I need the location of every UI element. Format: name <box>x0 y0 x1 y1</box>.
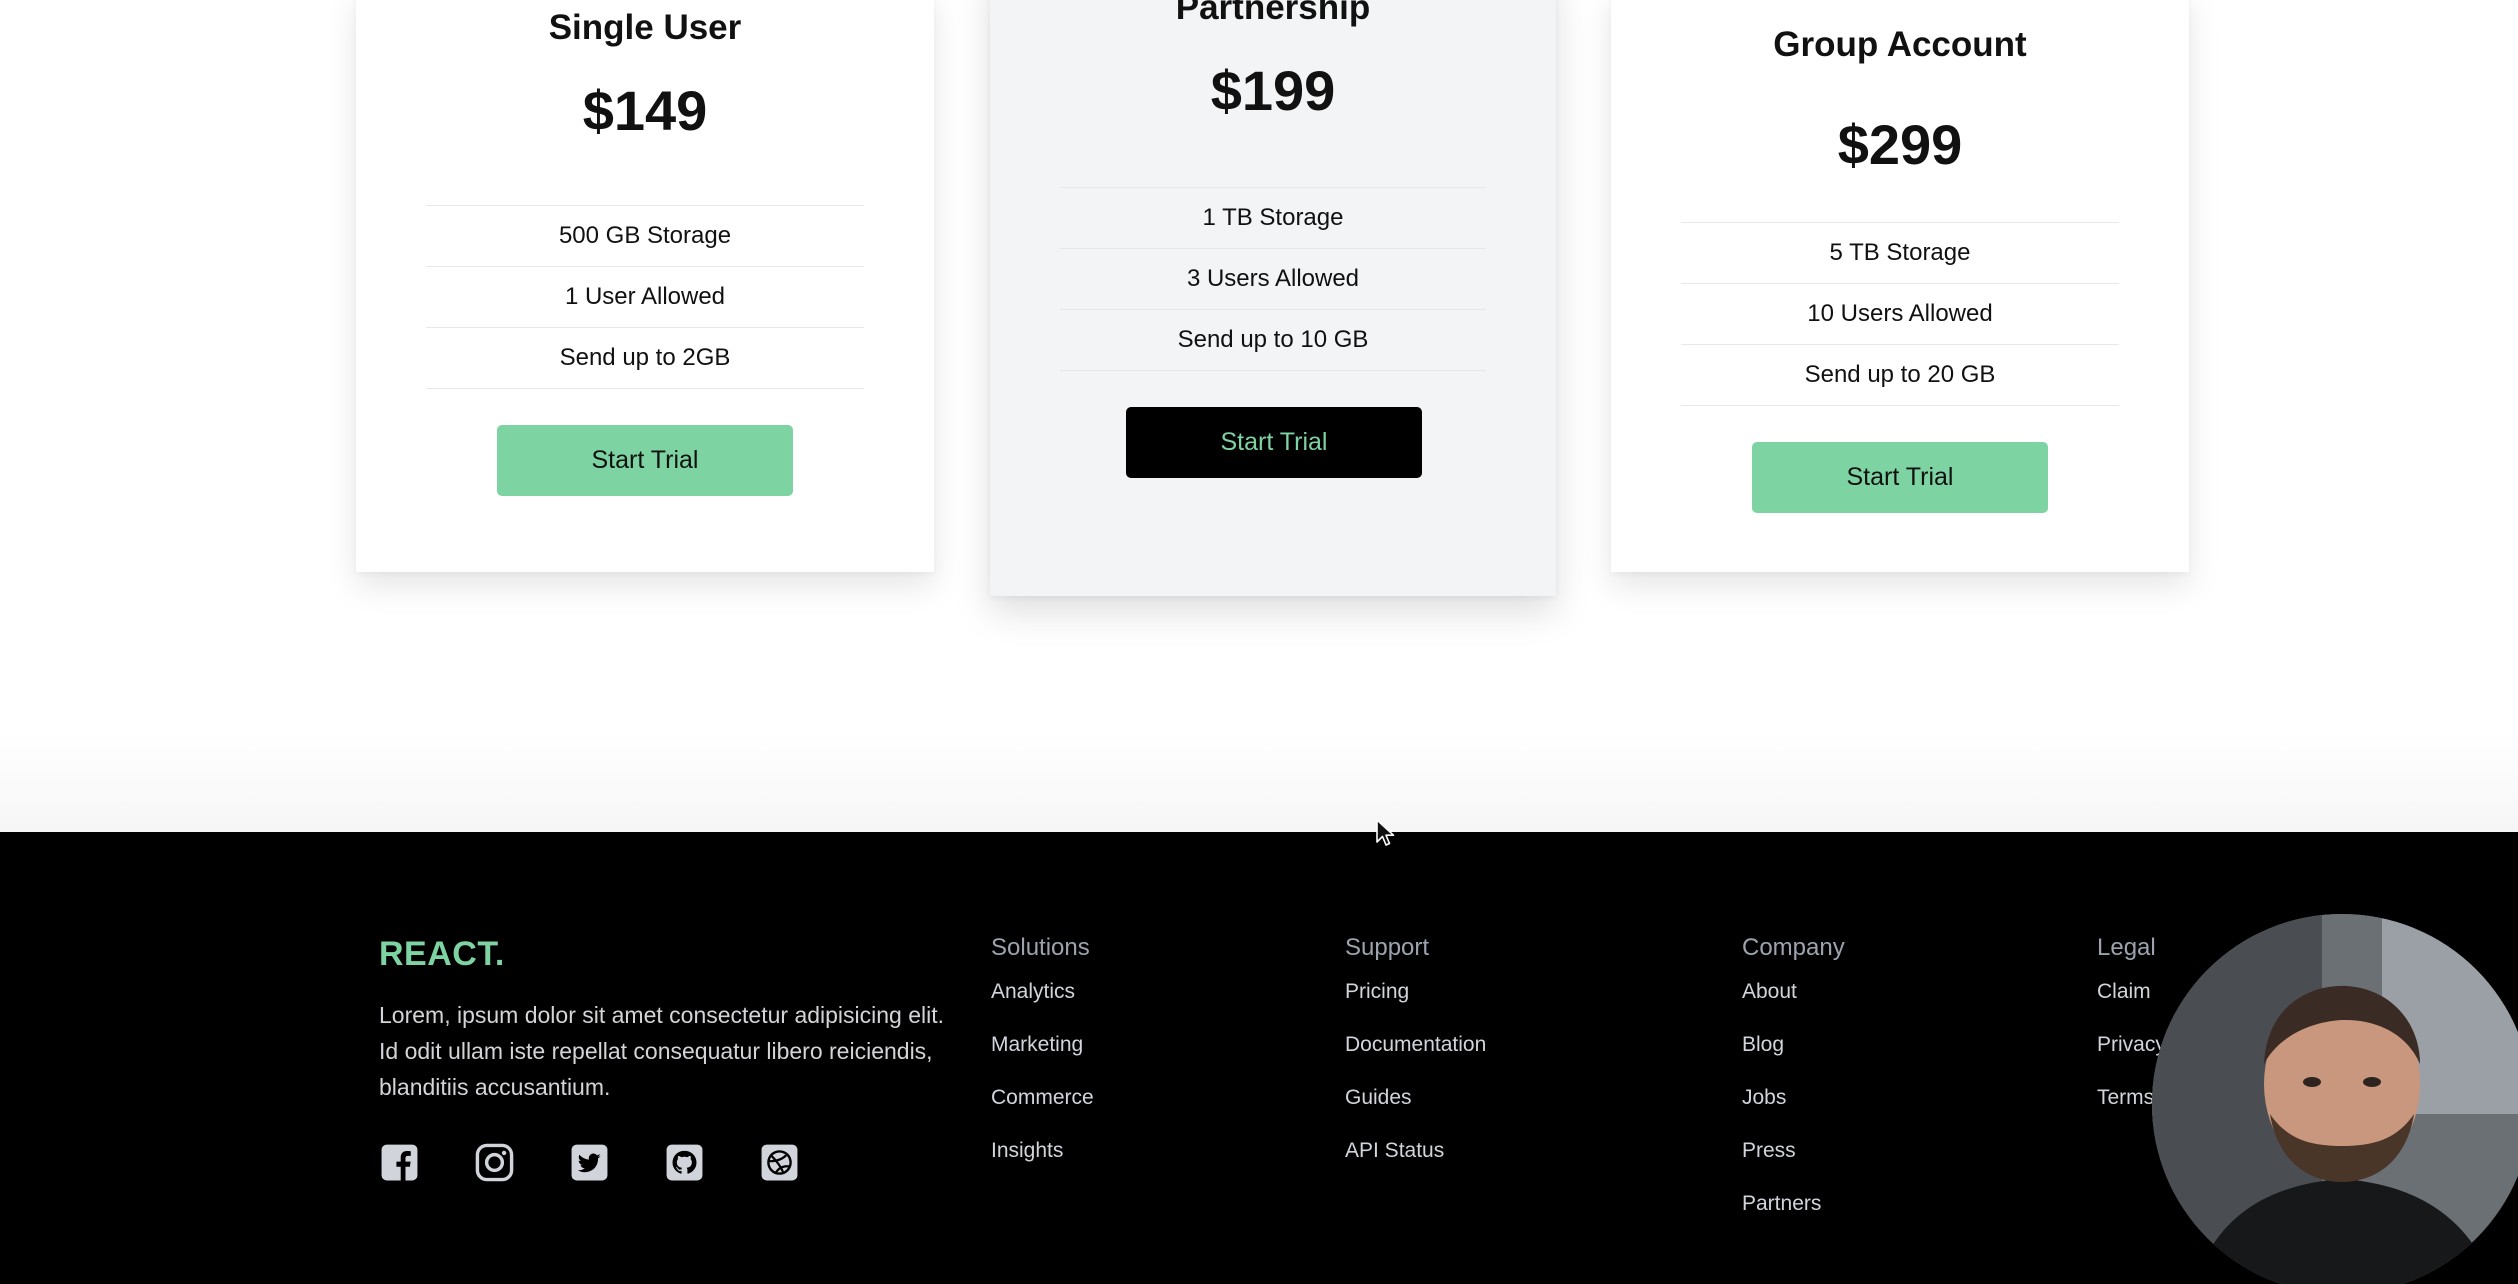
feature-list: 500 GB Storage 1 User Allowed Send up to… <box>426 205 864 389</box>
social-links <box>379 1142 800 1183</box>
start-trial-button[interactable]: Start Trial <box>497 425 793 496</box>
site-footer: REACT. Lorem, ipsum dolor sit amet conse… <box>0 832 2518 1284</box>
column-heading: Solutions <box>991 934 1090 961</box>
feature-item: 500 GB Storage <box>426 206 864 267</box>
mouse-pointer-icon <box>1376 819 1395 846</box>
footer-link[interactable]: Commerce <box>991 1078 1094 1131</box>
start-trial-button[interactable]: Start Trial <box>1126 407 1422 478</box>
webcam-overlay <box>2152 914 2518 1284</box>
footer-column-support: Support Pricing Documentation Guides API… <box>1345 932 1486 1184</box>
footer-description: Lorem, ipsum dolor sit amet consectetur … <box>379 1002 945 1100</box>
footer-column-company: Company About Blog Jobs Press Partners <box>1742 932 1845 1237</box>
plan-price: $299 <box>1837 113 1963 176</box>
plan-price: $199 <box>1210 59 1336 122</box>
column-heading: Company <box>1742 934 1845 961</box>
pricing-section: Single User $149 500 GB Storage 1 User A… <box>0 0 2518 832</box>
dribbble-icon[interactable] <box>759 1142 800 1183</box>
footer-link[interactable]: Documentation <box>1345 1025 1486 1078</box>
footer-link[interactable]: Partners <box>1742 1184 1845 1237</box>
footer-link[interactable]: Guides <box>1345 1078 1486 1131</box>
plan-title: Partnership <box>1175 0 1371 27</box>
pricing-card-group-account: Group Account $299 5 TB Storage 10 Users… <box>1611 0 2189 572</box>
footer-link[interactable]: Analytics <box>991 972 1094 1025</box>
feature-item: 1 User Allowed <box>426 267 864 328</box>
feature-item: Send up to 10 GB <box>1060 310 1486 371</box>
pricing-card-single-user: Single User $149 500 GB Storage 1 User A… <box>356 0 934 572</box>
feature-item: 10 Users Allowed <box>1681 284 2119 345</box>
column-heading: Support <box>1345 934 1430 961</box>
feature-item: 1 TB Storage <box>1060 188 1486 249</box>
column-heading: Legal <box>2097 934 2156 961</box>
plan-title: Group Account <box>1773 25 2027 64</box>
github-icon[interactable] <box>664 1142 705 1183</box>
feature-item: 5 TB Storage <box>1681 223 2119 284</box>
feature-item: 3 Users Allowed <box>1060 249 1486 310</box>
footer-link[interactable]: API Status <box>1345 1131 1486 1184</box>
feature-item: Send up to 2GB <box>426 328 864 389</box>
feature-list: 1 TB Storage 3 Users Allowed Send up to … <box>1060 187 1486 371</box>
facebook-icon[interactable] <box>379 1142 420 1183</box>
presenter-image <box>2152 914 2518 1284</box>
start-trial-button[interactable]: Start Trial <box>1752 442 2048 513</box>
footer-link[interactable]: Press <box>1742 1131 1845 1184</box>
footer-link[interactable]: Claim <box>2097 972 2166 1025</box>
instagram-icon[interactable] <box>474 1142 515 1183</box>
footer-link[interactable]: Pricing <box>1345 972 1486 1025</box>
feature-list: 5 TB Storage 10 Users Allowed Send up to… <box>1681 222 2119 406</box>
feature-item: Send up to 20 GB <box>1681 345 2119 406</box>
footer-link[interactable]: Marketing <box>991 1025 1094 1078</box>
footer-column-solutions: Solutions Analytics Marketing Commerce I… <box>991 932 1094 1184</box>
footer-link[interactable]: Insights <box>991 1131 1094 1184</box>
plan-title: Single User <box>548 8 742 47</box>
plan-price: $149 <box>582 79 708 142</box>
pricing-card-partnership: Partnership $199 1 TB Storage 3 Users Al… <box>990 0 1556 596</box>
footer-logo[interactable]: REACT. <box>379 935 505 974</box>
footer-link[interactable]: Blog <box>1742 1025 1845 1078</box>
footer-link[interactable]: Jobs <box>1742 1078 1845 1131</box>
twitter-icon[interactable] <box>569 1142 610 1183</box>
footer-link[interactable]: About <box>1742 972 1845 1025</box>
